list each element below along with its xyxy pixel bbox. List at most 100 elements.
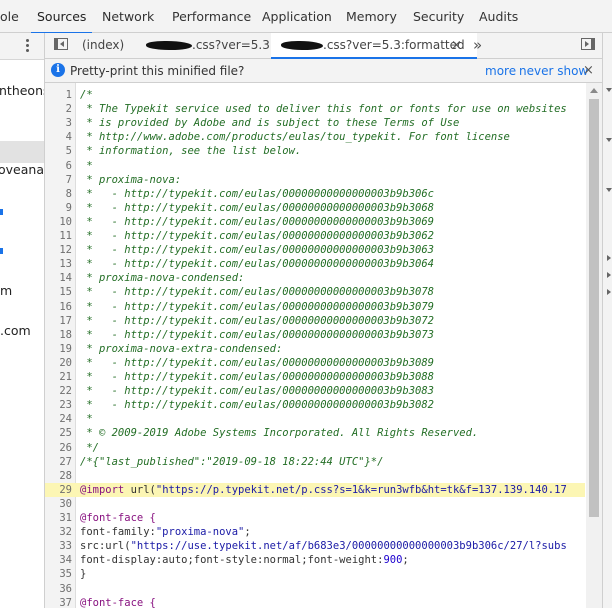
code-line[interactable]: 22 * - http://typekit.com/eulas/00000000…	[45, 384, 585, 398]
line-number[interactable]: 3	[45, 116, 72, 130]
line-number[interactable]: 24	[45, 412, 72, 426]
tab-application[interactable]: Application	[262, 0, 332, 33]
close-icon[interactable]: ×	[583, 59, 594, 82]
tab-performance[interactable]: Performance	[172, 0, 251, 33]
chevron-right-icon[interactable]	[607, 289, 611, 295]
infobar-never-show-link[interactable]: never show	[519, 59, 588, 83]
line-number[interactable]: 12	[45, 243, 72, 257]
code-line[interactable]: 17 * - http://typekit.com/eulas/00000000…	[45, 314, 585, 328]
file-tab-index[interactable]: (index)	[82, 33, 124, 58]
code-line[interactable]: 15 * - http://typekit.com/eulas/00000000…	[45, 285, 585, 299]
line-number[interactable]: 19	[45, 342, 72, 356]
navigator-item[interactable]: ntheonsi	[0, 83, 44, 98]
code-line[interactable]: 8 * - http://typekit.com/eulas/000000000…	[45, 187, 585, 201]
code-line[interactable]: 10 * - http://typekit.com/eulas/00000000…	[45, 215, 585, 229]
code-line[interactable]: 25 * © 2009-2019 Adobe Systems Incorpora…	[45, 426, 585, 440]
code-line[interactable]: 28	[45, 469, 585, 483]
tab-memory[interactable]: Memory	[346, 0, 397, 33]
scrollbar-thumb[interactable]	[589, 99, 599, 517]
line-number[interactable]: 17	[45, 314, 72, 328]
code-line[interactable]: 30	[45, 497, 585, 511]
more-tabs-icon[interactable]: »	[473, 33, 482, 57]
line-number[interactable]: 29	[45, 483, 72, 497]
highlighted-code-line[interactable]: 29 @import url("https://p.typekit.net/p.c…	[45, 482, 585, 497]
file-tab-css[interactable]: .css?ver=5.3	[146, 33, 270, 58]
line-number[interactable]: 30	[45, 497, 72, 511]
code-line[interactable]: 19 * proxima-nova-extra-condensed:	[45, 342, 585, 356]
line-number[interactable]: 22	[45, 384, 72, 398]
code-line[interactable]: 9 * - http://typekit.com/eulas/000000000…	[45, 201, 585, 215]
line-number[interactable]: 27	[45, 455, 72, 469]
line-number[interactable]: 11	[45, 229, 72, 243]
more-options-icon[interactable]	[25, 38, 31, 54]
code-line[interactable]: 26 */	[45, 441, 585, 455]
line-number[interactable]: 18	[45, 328, 72, 342]
code-line[interactable]: 6 *	[45, 159, 585, 173]
chevron-down-icon[interactable]	[606, 138, 612, 142]
code-line[interactable]: 12 * - http://typekit.com/eulas/00000000…	[45, 243, 585, 257]
chevron-right-icon[interactable]	[607, 272, 611, 278]
tab-audits[interactable]: Audits	[479, 0, 518, 33]
code-line[interactable]: 35}	[45, 567, 585, 581]
line-number[interactable]: 5	[45, 144, 72, 158]
code-line[interactable]: 32 font-family:"proxima-nova";	[45, 525, 585, 539]
code-line[interactable]: 33 src:url("https://use.typekit.net/af/b6…	[45, 539, 585, 553]
code-line[interactable]: 23 * - http://typekit.com/eulas/00000000…	[45, 398, 585, 412]
scroll-up-icon[interactable]	[590, 88, 598, 93]
line-number[interactable]: 21	[45, 370, 72, 384]
chevron-right-icon[interactable]	[607, 255, 611, 261]
line-number[interactable]: 36	[45, 582, 72, 596]
line-number[interactable]: 9	[45, 201, 72, 215]
vertical-scrollbar[interactable]	[586, 83, 602, 608]
line-number[interactable]: 28	[45, 469, 72, 483]
line-number[interactable]: 15	[45, 285, 72, 299]
code-line[interactable]: 34 font-display:auto;font-style:normal;fo…	[45, 553, 585, 567]
line-number[interactable]: 13	[45, 257, 72, 271]
code-line[interactable]: 20 * - http://typekit.com/eulas/00000000…	[45, 356, 585, 370]
code-editor[interactable]: 1/* 2 * The Typekit service used to deliv…	[45, 83, 602, 608]
code-line[interactable]: 16 * - http://typekit.com/eulas/00000000…	[45, 300, 585, 314]
chevron-down-icon[interactable]	[606, 88, 612, 92]
navigator-item[interactable]: m	[0, 283, 12, 298]
line-number[interactable]: 33	[45, 539, 72, 553]
line-number[interactable]: 8	[45, 187, 72, 201]
line-number[interactable]: 32	[45, 525, 72, 539]
code-line[interactable]: 31 @font-face {	[45, 511, 585, 525]
line-number[interactable]: 6	[45, 159, 72, 173]
line-number[interactable]: 34	[45, 553, 72, 567]
code-line[interactable]: 18 * - http://typekit.com/eulas/00000000…	[45, 328, 585, 342]
code-line[interactable]: 21 * - http://typekit.com/eulas/00000000…	[45, 370, 585, 384]
code-line[interactable]: 11 * - http://typekit.com/eulas/00000000…	[45, 229, 585, 243]
line-number[interactable]: 2	[45, 102, 72, 116]
line-number[interactable]: 14	[45, 271, 72, 285]
navigator-item[interactable]: oveanaly	[0, 162, 44, 177]
close-tab-icon[interactable]: ×	[451, 33, 462, 58]
tab-sources[interactable]: Sources	[30, 0, 93, 34]
infobar-more-link[interactable]: more	[485, 59, 516, 83]
code-line[interactable]: 36	[45, 582, 585, 596]
line-number[interactable]: 10	[45, 215, 72, 229]
code-line[interactable]: 5 * information, see the list below.	[45, 144, 585, 158]
code-line[interactable]: 27 /*{"last_published":"2019-09-18 18:22:…	[45, 455, 585, 469]
line-number[interactable]: 4	[45, 130, 72, 144]
line-number[interactable]: 37	[45, 596, 72, 608]
code-line[interactable]: 1 /*	[45, 88, 585, 102]
line-number[interactable]: 31	[45, 511, 72, 525]
code-line[interactable]: 2 * The Typekit service used to deliver …	[45, 102, 585, 116]
toggle-debugger-icon[interactable]	[581, 38, 595, 50]
code-line[interactable]: 3 * is provided by Adobe and is subject …	[45, 116, 585, 130]
line-number[interactable]: 35	[45, 567, 72, 581]
tab-network[interactable]: Network	[102, 0, 154, 33]
line-number[interactable]: 23	[45, 398, 72, 412]
line-number[interactable]: 26	[45, 441, 72, 455]
line-number[interactable]: 7	[45, 173, 72, 187]
code-line[interactable]: 24 *	[45, 412, 585, 426]
chevron-down-icon[interactable]	[606, 188, 612, 192]
line-number[interactable]: 20	[45, 356, 72, 370]
code-line[interactable]: 13 * - http://typekit.com/eulas/00000000…	[45, 257, 585, 271]
file-tab-formatted[interactable]: .css?ver=5.3:formatted ×	[271, 33, 477, 59]
line-number[interactable]: 1	[45, 88, 72, 102]
code-line[interactable]: 37 @font-face {	[45, 596, 585, 608]
tab-security[interactable]: Security	[413, 0, 464, 33]
code-line[interactable]: 7 * proxima-nova:	[45, 173, 585, 187]
